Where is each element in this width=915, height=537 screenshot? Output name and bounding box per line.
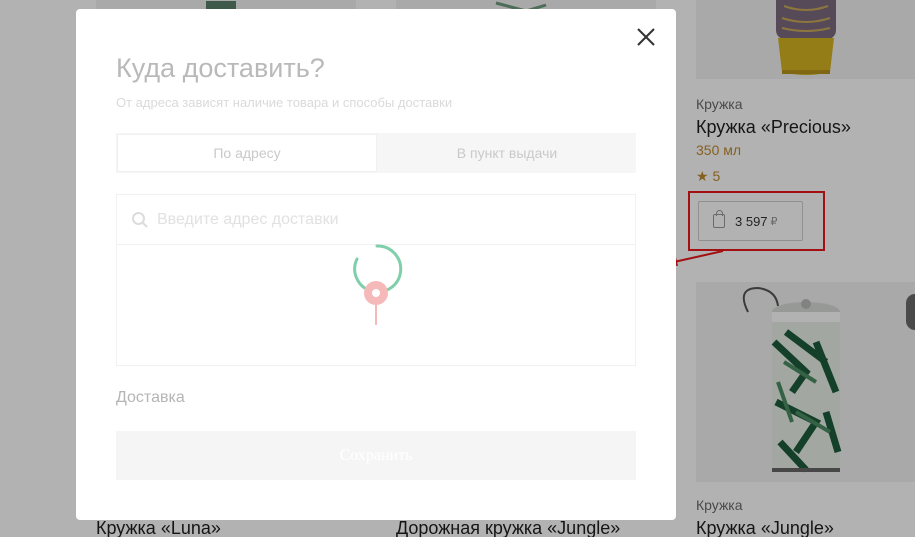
map-pin-icon [364, 281, 388, 325]
modal-title: Куда доставить? [116, 53, 325, 83]
delivery-section-label: Доставка [116, 389, 185, 406]
tab-pickup-point[interactable]: В пункт выдачи [378, 133, 636, 173]
modal-subtitle: От адреса зависят наличие товара и спосо… [116, 95, 453, 110]
delivery-address-modal: Куда доставить? От адреса зависят наличи… [76, 9, 676, 520]
address-input[interactable] [157, 210, 617, 229]
tab-by-address[interactable]: По адресу [117, 134, 377, 172]
close-icon [637, 28, 655, 46]
close-button[interactable] [634, 25, 658, 49]
save-button[interactable]: Сохранить [116, 431, 636, 480]
search-icon [132, 211, 148, 228]
address-search [116, 194, 636, 245]
delivery-method-tabs: По адресу В пункт выдачи [116, 133, 636, 173]
